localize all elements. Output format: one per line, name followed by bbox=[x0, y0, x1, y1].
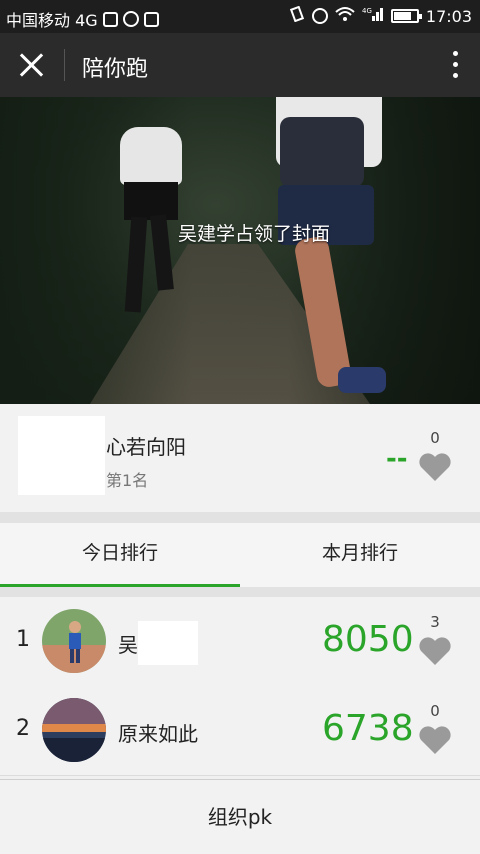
my-score: -- bbox=[386, 444, 408, 474]
cover-image[interactable]: 吴建学占领了封面 bbox=[0, 97, 480, 404]
like-count: 0 bbox=[430, 702, 440, 720]
tab-today[interactable]: 今日排行 bbox=[0, 523, 240, 587]
user-name: 原来如此 bbox=[118, 722, 198, 746]
battery-icon bbox=[390, 9, 422, 23]
app-notification-icon bbox=[143, 11, 159, 27]
my-like-count: 0 bbox=[430, 429, 440, 447]
avatar[interactable] bbox=[42, 609, 106, 673]
page-title: 陪你跑 bbox=[82, 57, 149, 82]
heart-icon[interactable] bbox=[418, 724, 452, 756]
ranking-tabs: 今日排行 本月排行 bbox=[0, 523, 480, 587]
redacted-name-block bbox=[138, 621, 198, 665]
step-count: 8050 bbox=[322, 619, 414, 660]
rank-number: 2 bbox=[16, 716, 30, 741]
svg-text:4G: 4G bbox=[362, 7, 372, 15]
carrier-label: 中国移动 4G bbox=[6, 11, 98, 30]
table-row[interactable]: 1 吴 8050 3 bbox=[0, 597, 480, 687]
section-separator bbox=[0, 512, 480, 523]
battery-level bbox=[393, 12, 412, 20]
heart-icon[interactable] bbox=[418, 451, 452, 483]
tab-month[interactable]: 本月排行 bbox=[240, 523, 480, 587]
my-name: 心若向阳 bbox=[106, 435, 186, 459]
step-count: 6738 bbox=[322, 708, 414, 749]
status-bar: 中国移动 4G 4G 17:03 bbox=[0, 0, 480, 33]
more-options-icon[interactable] bbox=[450, 51, 460, 81]
section-separator bbox=[0, 587, 480, 597]
vibrate-icon bbox=[289, 5, 305, 26]
my-avatar[interactable] bbox=[18, 416, 105, 495]
organize-pk-button[interactable]: 组织pk bbox=[0, 780, 480, 854]
table-row[interactable]: 2 原来如此 6738 0 bbox=[0, 686, 480, 776]
clock: 17:03 bbox=[425, 6, 472, 26]
user-name: 吴 bbox=[118, 633, 138, 657]
rank-number: 1 bbox=[16, 627, 30, 652]
notification-icon bbox=[102, 11, 118, 27]
wifi-icon bbox=[335, 6, 355, 26]
signal-icon: 4G bbox=[362, 6, 384, 26]
avatar[interactable] bbox=[42, 698, 106, 762]
cover-caption: 吴建学占领了封面 bbox=[178, 223, 331, 245]
nav-divider bbox=[64, 49, 65, 81]
my-ranking-row: 心若向阳 第1名 -- 0 bbox=[0, 404, 480, 512]
sync-icon bbox=[122, 11, 139, 27]
like-count: 3 bbox=[430, 613, 440, 631]
alarm-icon bbox=[311, 8, 328, 24]
heart-icon[interactable] bbox=[418, 635, 452, 667]
top-navbar: 陪你跑 bbox=[0, 33, 480, 97]
footer-bar: 组织pk bbox=[0, 779, 480, 854]
runner-figure-front bbox=[270, 97, 410, 404]
my-rank: 第1名 bbox=[106, 471, 149, 490]
close-icon[interactable] bbox=[15, 49, 47, 81]
